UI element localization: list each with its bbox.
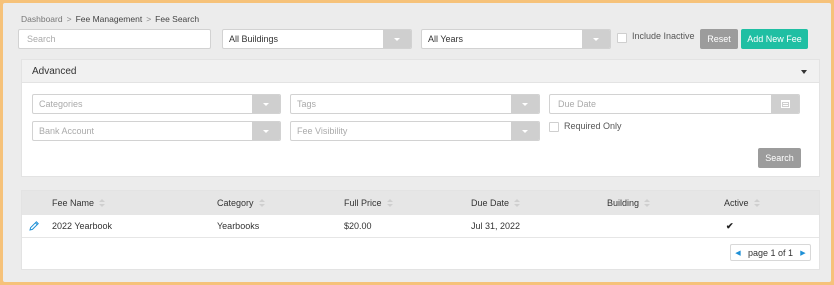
breadcrumb-fee-search: Fee Search xyxy=(155,14,200,24)
pagination: ◀ page 1 of 1 ▶ xyxy=(729,244,811,261)
column-header-label: Due Date xyxy=(471,198,510,208)
sort-icon xyxy=(644,199,651,207)
column-header-category[interactable]: Category xyxy=(217,198,265,208)
reset-button[interactable]: Reset xyxy=(700,29,738,49)
column-header-due-date[interactable]: Due Date xyxy=(471,198,521,208)
categories-placeholder: Categories xyxy=(39,99,83,109)
tags-select[interactable]: Tags xyxy=(290,94,540,114)
bank-account-placeholder: Bank Account xyxy=(39,126,95,136)
add-new-fee-button[interactable]: Add New Fee xyxy=(741,29,808,49)
calendar-button[interactable] xyxy=(771,95,799,113)
building-dropdown-button[interactable] xyxy=(383,30,411,48)
sort-icon xyxy=(753,199,760,207)
breadcrumb-separator: > xyxy=(66,14,72,24)
column-header-label: Full Price xyxy=(344,198,382,208)
building-select-value: All Buildings xyxy=(229,34,279,44)
fee-visibility-dropdown-button[interactable] xyxy=(511,122,539,140)
fee-visibility-placeholder: Fee Visibility xyxy=(297,126,348,136)
active-check-icon: ✔ xyxy=(726,221,734,231)
include-inactive-label: Include Inactive xyxy=(632,31,695,41)
due-date-placeholder: Due Date xyxy=(558,99,597,109)
breadcrumb-fee-management[interactable]: Fee Management xyxy=(76,14,143,24)
table-header: Fee Name Category Full Price Due Date Bu… xyxy=(22,191,819,215)
year-select-value: All Years xyxy=(428,34,464,44)
breadcrumb-dashboard[interactable]: Dashboard xyxy=(21,14,63,24)
chevron-down-icon xyxy=(263,102,269,106)
column-header-label: Active xyxy=(724,198,749,208)
required-only-label: Required Only xyxy=(564,121,622,131)
search-input[interactable] xyxy=(18,29,211,49)
column-header-building[interactable]: Building xyxy=(607,198,651,208)
sort-icon xyxy=(386,199,393,207)
chevron-down-icon xyxy=(263,129,269,133)
column-header-label: Fee Name xyxy=(52,198,95,208)
column-header-fee-name[interactable]: Fee Name xyxy=(52,198,106,208)
page-indicator: page 1 of 1 xyxy=(747,247,793,258)
chevron-down-icon xyxy=(522,129,528,133)
chevron-down-icon xyxy=(394,37,400,41)
cell-due-date: Jul 31, 2022 xyxy=(471,221,521,231)
cell-full-price: $20.00 xyxy=(344,221,372,231)
year-select[interactable]: All Years xyxy=(421,29,611,49)
bank-account-select[interactable]: Bank Account xyxy=(32,121,281,141)
cell-fee-name: 2022 Yearbook xyxy=(52,221,113,231)
year-dropdown-button[interactable] xyxy=(582,30,610,48)
prev-page-icon[interactable]: ◀ xyxy=(731,245,745,260)
tags-dropdown-button[interactable] xyxy=(511,95,539,113)
chevron-down-icon xyxy=(522,102,528,106)
tags-placeholder: Tags xyxy=(297,99,317,109)
calendar-icon xyxy=(780,100,790,108)
advanced-panel-title: Advanced xyxy=(32,66,77,77)
categories-dropdown-button[interactable] xyxy=(252,95,280,113)
breadcrumb: Dashboard > Fee Management > Fee Search xyxy=(21,14,199,24)
due-date-field[interactable]: Due Date xyxy=(549,94,800,114)
fee-visibility-select[interactable]: Fee Visibility xyxy=(290,121,540,141)
breadcrumb-separator: > xyxy=(146,14,152,24)
advanced-panel: Advanced Categories Tags Due Date Bank A… xyxy=(21,59,820,177)
sort-icon xyxy=(99,199,106,207)
next-page-icon[interactable]: ▶ xyxy=(796,245,810,260)
caret-down-icon[interactable] xyxy=(801,70,807,74)
table-row: 2022 Yearbook Yearbooks $20.00 Jul 31, 2… xyxy=(22,215,819,238)
bank-account-dropdown-button[interactable] xyxy=(252,122,280,140)
column-header-full-price[interactable]: Full Price xyxy=(344,198,393,208)
edit-pencil-icon[interactable] xyxy=(28,220,40,232)
column-header-active[interactable]: Active xyxy=(724,198,760,208)
app-frame: Dashboard>Fee Management>Fee Search All … xyxy=(3,3,831,282)
fees-table: Fee Name Category Full Price Due Date Bu… xyxy=(21,190,820,270)
advanced-panel-header[interactable]: Advanced xyxy=(22,60,819,83)
search-button[interactable]: Search xyxy=(758,148,801,168)
column-header-label: Building xyxy=(607,198,640,208)
cell-category: Yearbooks xyxy=(217,221,260,231)
include-inactive-checkbox[interactable] xyxy=(617,33,627,43)
building-select[interactable]: All Buildings xyxy=(222,29,412,49)
column-header-label: Category xyxy=(217,198,254,208)
categories-select[interactable]: Categories xyxy=(32,94,281,114)
chevron-down-icon xyxy=(593,37,599,41)
required-only-checkbox[interactable] xyxy=(549,122,559,132)
sort-icon xyxy=(514,199,521,207)
sort-icon xyxy=(258,199,265,207)
